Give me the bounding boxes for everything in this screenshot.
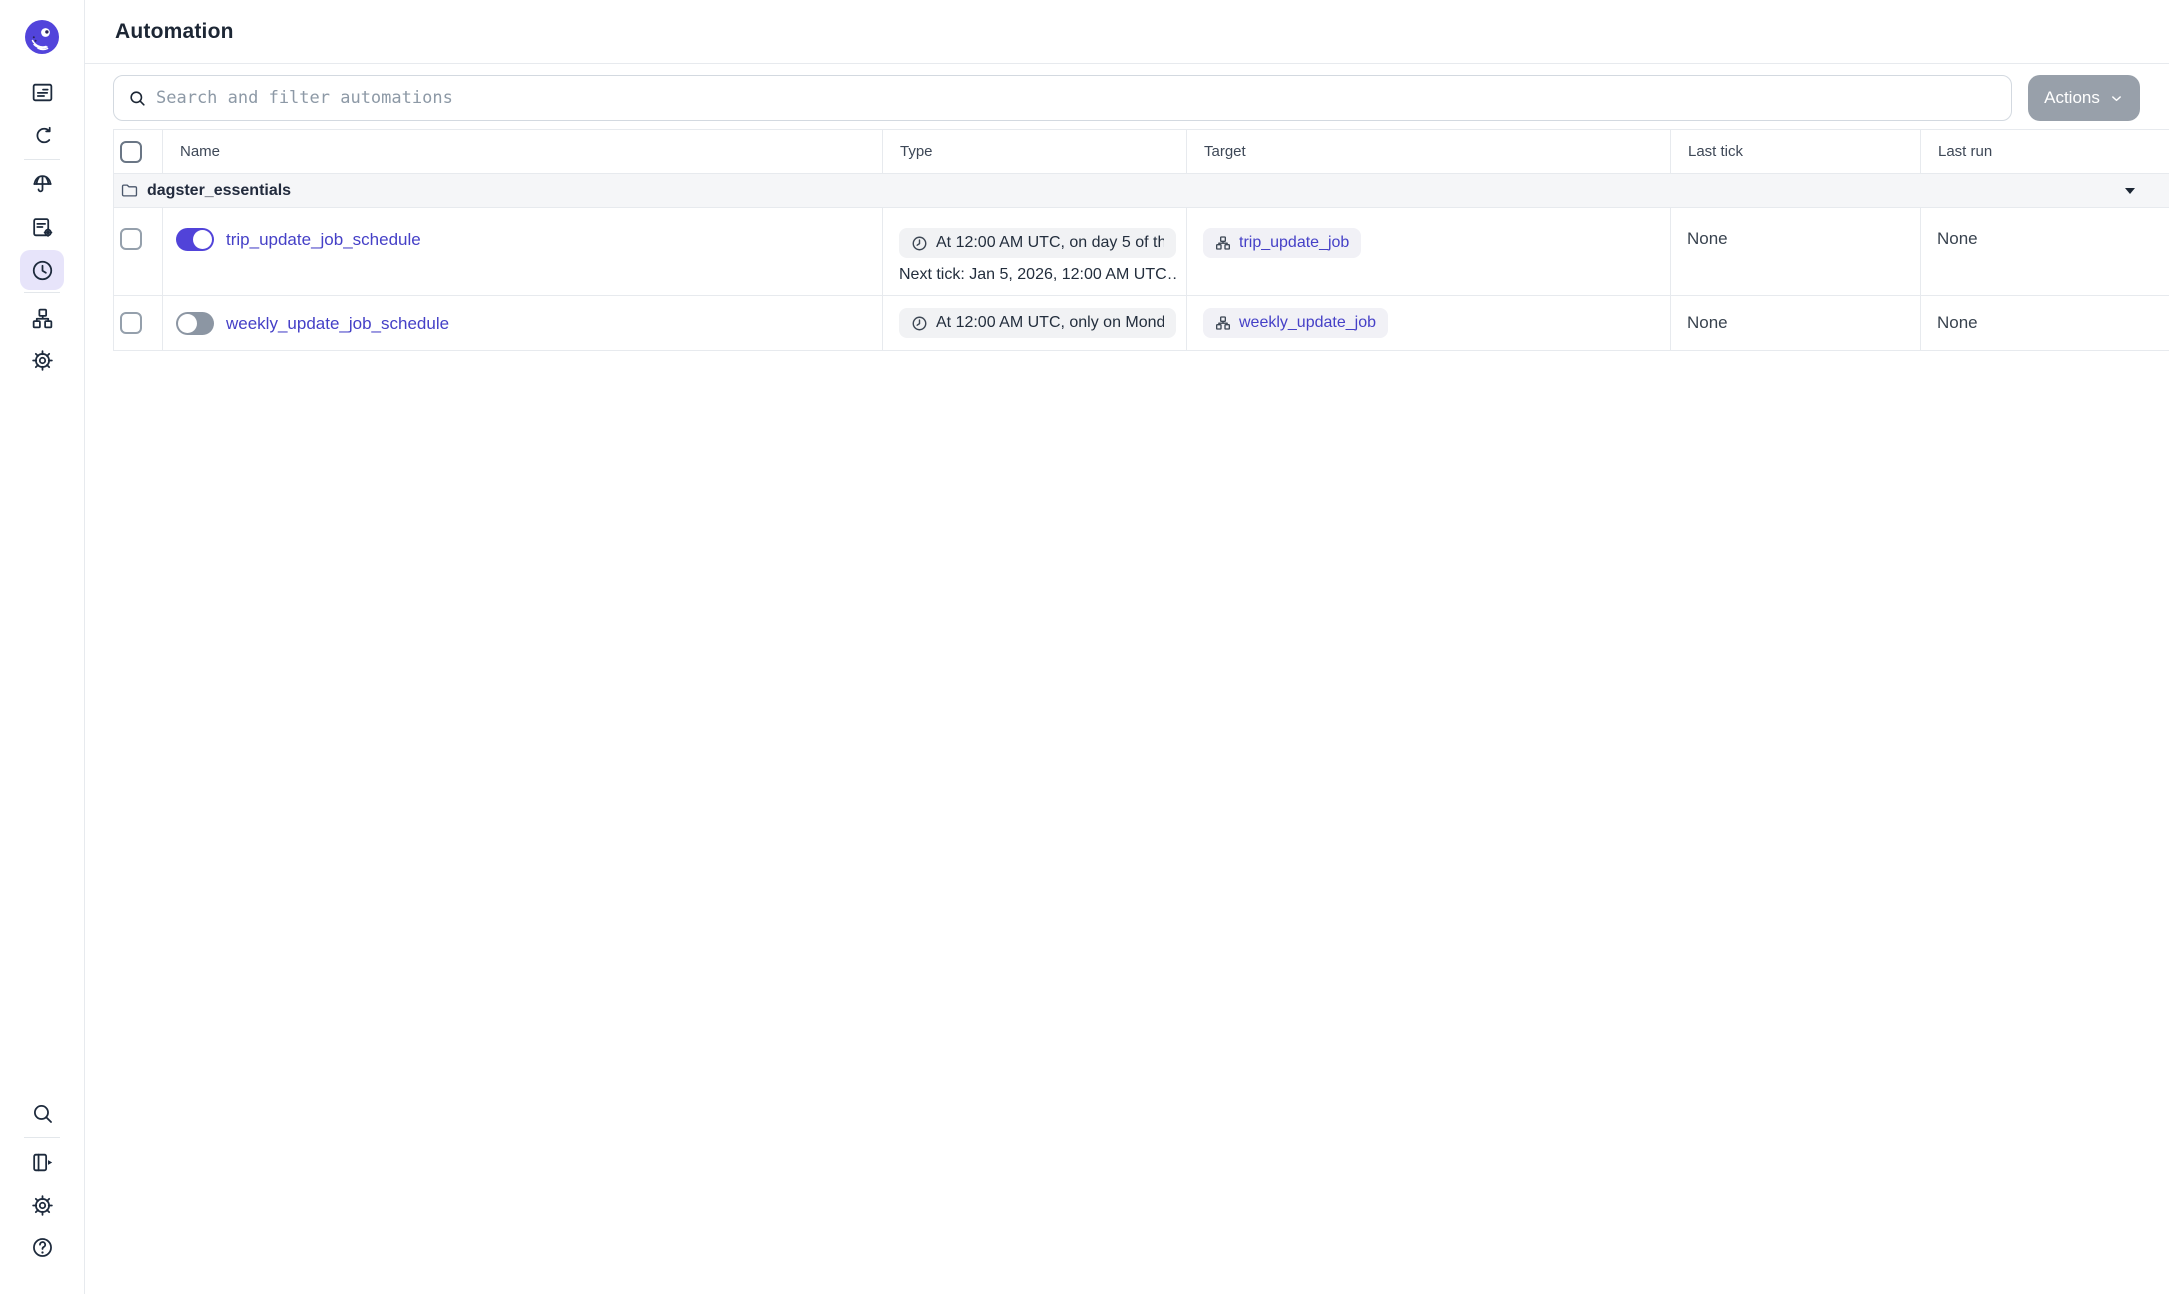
sidebar-item-deployment[interactable] — [20, 340, 64, 380]
last-run-cell: None — [1921, 296, 2169, 350]
sidebar — [0, 0, 85, 1294]
sidebar-item-search[interactable] — [20, 1093, 64, 1133]
actions-button-label: Actions — [2044, 88, 2100, 108]
folder-icon — [120, 181, 139, 200]
schedule-type-pill: At 12:00 AM UTC, on day 5 of th… — [899, 228, 1176, 258]
sidebar-divider — [24, 159, 60, 160]
table-row: weekly_update_job_schedule At 12:00 AM U… — [114, 296, 2169, 351]
schedule-type-pill: At 12:00 AM UTC, only on Mond… — [899, 308, 1176, 338]
page-header: Automation — [85, 0, 2169, 64]
target-link[interactable]: trip_update_job — [1239, 234, 1349, 252]
target-pill[interactable]: trip_update_job — [1203, 228, 1361, 258]
automation-name-link[interactable]: trip_update_job_schedule — [226, 228, 421, 251]
name-cell: weekly_update_job_schedule — [163, 296, 883, 350]
target-cell: weekly_update_job — [1187, 296, 1671, 350]
column-header-target: Target — [1187, 130, 1671, 173]
last-tick-cell: None — [1671, 296, 1921, 350]
actions-button[interactable]: Actions — [2028, 75, 2140, 121]
schedule-toggle[interactable] — [176, 312, 214, 335]
row-checkbox-cell — [114, 296, 163, 350]
collapse-caret-icon[interactable] — [2125, 188, 2135, 194]
search-icon — [128, 89, 147, 108]
sidebar-item-expand-panel[interactable] — [20, 1142, 64, 1182]
gear-icon — [30, 1193, 55, 1218]
table-header-row: Name Type Target Last tick Last run — [114, 129, 2169, 174]
column-header-type: Type — [883, 130, 1187, 173]
sidebar-item-help[interactable] — [20, 1227, 64, 1267]
sidebar-item-catalog[interactable] — [20, 164, 64, 204]
dagster-logo[interactable] — [25, 20, 59, 54]
search-box[interactable] — [113, 75, 2012, 121]
row-checkbox-cell — [114, 208, 163, 295]
schedule-cron-text: At 12:00 AM UTC, only on Mond… — [936, 314, 1164, 332]
schedule-cron-text: At 12:00 AM UTC, on day 5 of th… — [936, 234, 1164, 252]
sidebar-item-lineage[interactable] — [20, 298, 64, 338]
sidebar-divider — [24, 292, 60, 293]
group-row[interactable]: dagster_essentials — [114, 174, 2169, 208]
search-input[interactable] — [156, 88, 1997, 108]
app-root: Automation Actions — [0, 0, 2169, 1294]
job-graph-icon — [1215, 315, 1231, 331]
search-icon — [30, 1101, 55, 1126]
row-checkbox[interactable] — [120, 312, 142, 334]
sidebar-item-jobs[interactable] — [20, 207, 64, 247]
column-header-name: Name — [163, 130, 883, 173]
org-chart-icon — [30, 306, 55, 331]
type-cell: At 12:00 AM UTC, only on Mond… — [883, 296, 1187, 350]
group-label: dagster_essentials — [147, 182, 291, 200]
last-run-cell: None — [1921, 208, 2169, 295]
clock-icon — [30, 258, 55, 283]
main-content: Automation Actions — [85, 0, 2169, 1294]
dagster-octopus-icon — [25, 20, 59, 54]
sidebar-divider — [24, 1137, 60, 1138]
automations-table: Name Type Target Last tick Last run dags… — [113, 129, 2169, 351]
gear-icon — [30, 348, 55, 373]
job-document-icon — [30, 215, 55, 240]
last-tick-cell: None — [1671, 208, 1921, 295]
toolbar: Actions — [113, 75, 2140, 121]
umbrella-icon — [30, 172, 55, 197]
clock-icon — [911, 315, 928, 332]
automation-name-link[interactable]: weekly_update_job_schedule — [226, 312, 449, 335]
clock-icon — [911, 235, 928, 252]
target-cell: trip_update_job — [1187, 208, 1671, 295]
expand-panel-icon — [30, 1150, 55, 1175]
sidebar-item-settings[interactable] — [20, 1185, 64, 1225]
target-pill[interactable]: weekly_update_job — [1203, 308, 1388, 338]
table-row: trip_update_job_schedule At 12:00 AM UTC… — [114, 208, 2169, 296]
assets-icon — [30, 80, 55, 105]
sidebar-item-automation[interactable] — [20, 250, 64, 290]
next-tick-text: Next tick: Jan 5, 2026, 12:00 AM UTC… — [899, 266, 1176, 284]
target-link[interactable]: weekly_update_job — [1239, 314, 1376, 332]
column-header-last-tick: Last tick — [1671, 130, 1921, 173]
help-icon — [30, 1235, 55, 1260]
header-checkbox-cell — [114, 130, 163, 173]
sidebar-item-assets[interactable] — [20, 72, 64, 112]
name-cell: trip_update_job_schedule — [163, 208, 883, 295]
runs-loop-icon — [30, 123, 55, 148]
schedule-toggle[interactable] — [176, 228, 214, 251]
select-all-checkbox[interactable] — [120, 141, 142, 163]
page-title: Automation — [115, 20, 234, 44]
column-header-last-run: Last run — [1921, 130, 2169, 173]
row-checkbox[interactable] — [120, 228, 142, 250]
job-graph-icon — [1215, 235, 1231, 251]
type-cell: At 12:00 AM UTC, on day 5 of th… Next ti… — [883, 208, 1187, 295]
sidebar-item-runs[interactable] — [20, 115, 64, 155]
chevron-down-icon — [2109, 91, 2124, 106]
